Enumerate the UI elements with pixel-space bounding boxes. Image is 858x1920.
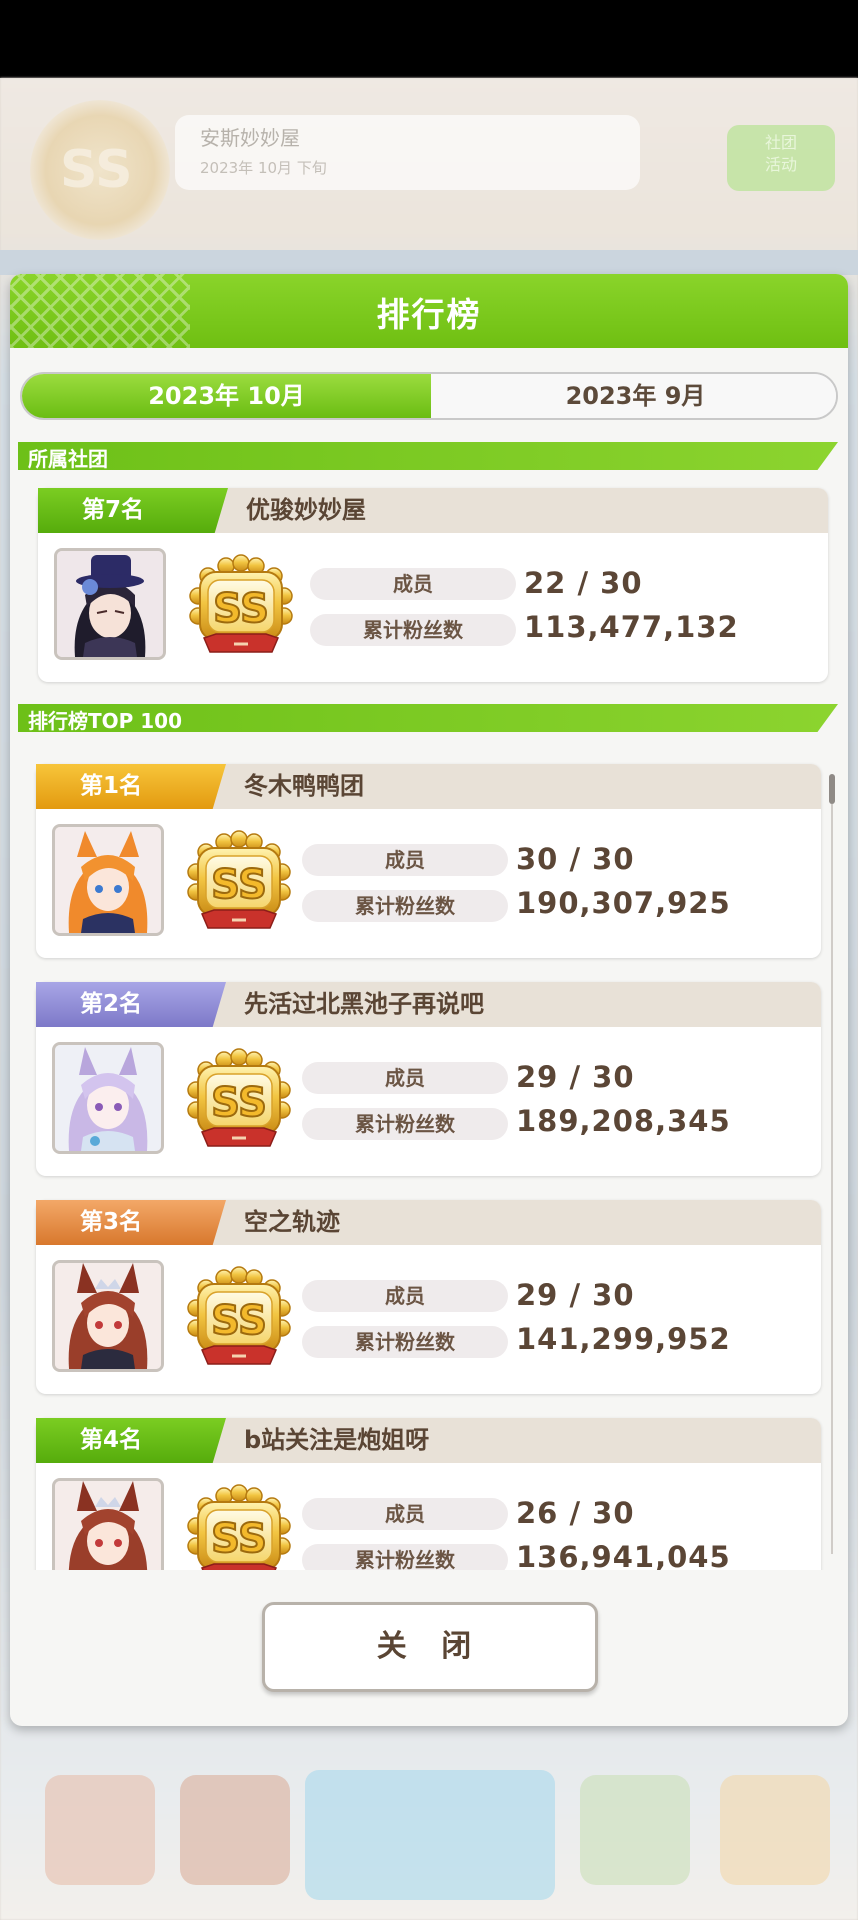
ss-rank-emblem — [184, 1048, 294, 1158]
fans-label: 累计粉丝数 — [310, 614, 516, 646]
ranking-card-4[interactable]: 第4名 b站关注是炮姐呀 成员 26 / 30 累计粉丝数 136,941,04… — [36, 1418, 821, 1570]
bg-menu-icon-3 — [580, 1775, 690, 1885]
club-leader-avatar — [54, 548, 166, 660]
club-name: b站关注是炮姐呀 — [244, 1426, 430, 1454]
bg-club-name: 安斯妙妙屋 — [200, 126, 300, 150]
bg-tab-strip — [0, 250, 858, 275]
fans-label: 累计粉丝数 — [302, 1544, 508, 1570]
rank-badge: 第2名 — [36, 982, 226, 1027]
club-leader-avatar — [52, 1478, 164, 1570]
club-leader-avatar — [52, 1260, 164, 1372]
members-label: 成员 — [302, 1280, 508, 1312]
club-name: 空之轨迹 — [244, 1208, 340, 1236]
bg-menu-icon-4 — [720, 1775, 830, 1885]
rank-badge: 第4名 — [36, 1418, 226, 1463]
bg-menu-icon-1 — [45, 1775, 155, 1885]
scrollbar-thumb[interactable] — [829, 774, 835, 804]
my-club-card[interactable]: 第7名 优骏妙妙屋 成员 22 / 30 累计粉丝数 113,477,132 — [38, 488, 828, 682]
tab-2023-09[interactable]: 2023年 9月 — [431, 374, 836, 418]
rank-badge: 第1名 — [36, 764, 226, 809]
rank-badge: 第3名 — [36, 1200, 226, 1245]
fans-value: 190,307,925 — [516, 886, 731, 920]
ss-rank-emblem — [184, 1484, 294, 1570]
status-bar — [0, 0, 858, 78]
fans-value: 113,477,132 — [524, 610, 739, 644]
ss-rank-emblem — [184, 830, 294, 940]
modal-header: 排行榜 — [10, 274, 848, 348]
fans-value: 189,208,345 — [516, 1104, 731, 1138]
bg-menu-icon-2 — [180, 1775, 290, 1885]
my-club-section-header: 所属社团 — [18, 442, 838, 470]
rank-badge: 第7名 — [38, 488, 228, 533]
top100-section-header: 排行榜TOP 100 — [18, 704, 838, 732]
bg-menu-center-icon — [305, 1770, 555, 1900]
fans-label: 累计粉丝数 — [302, 1326, 508, 1358]
ranking-list[interactable]: 第1名 冬木鸭鸭团 成员 30 / 30 累计粉丝数 190,307,925 第… — [30, 752, 840, 1570]
ranking-modal: 排行榜 2023年 10月 2023年 9月 所属社团 第7名 优骏妙妙屋 成员… — [10, 274, 848, 1726]
club-leader-avatar — [52, 824, 164, 936]
members-label: 成员 — [310, 568, 516, 600]
bg-club-badge-text: SS — [60, 140, 133, 200]
ranking-card-3[interactable]: 第3名 空之轨迹 成员 29 / 30 累计粉丝数 141,299,952 — [36, 1200, 821, 1394]
fans-label: 累计粉丝数 — [302, 1108, 508, 1140]
club-name: 冬木鸭鸭团 — [244, 772, 364, 800]
club-name: 先活过北黑池子再说吧 — [244, 990, 484, 1018]
members-value: 29 / 30 — [516, 1278, 635, 1312]
club-name: 优骏妙妙屋 — [246, 496, 366, 524]
fans-value: 136,941,045 — [516, 1540, 731, 1570]
scrollbar-track — [831, 804, 833, 1554]
ss-rank-emblem — [186, 554, 296, 664]
tab-2023-10[interactable]: 2023年 10月 — [22, 374, 431, 418]
modal-title: 排行榜 — [376, 295, 482, 334]
members-value: 26 / 30 — [516, 1496, 635, 1530]
bg-club-activity-label: 社团 活动 — [764, 133, 797, 174]
fans-value: 141,299,952 — [516, 1322, 731, 1356]
fans-label: 累计粉丝数 — [302, 890, 508, 922]
close-button[interactable]: 关 闭 — [262, 1602, 598, 1692]
club-leader-avatar — [52, 1042, 164, 1154]
members-label: 成员 — [302, 1062, 508, 1094]
ranking-card-1[interactable]: 第1名 冬木鸭鸭团 成员 30 / 30 累计粉丝数 190,307,925 — [36, 764, 821, 958]
month-tabs: 2023年 10月 2023年 9月 — [20, 372, 838, 420]
members-value: 29 / 30 — [516, 1060, 635, 1094]
ss-rank-emblem — [184, 1266, 294, 1376]
ranking-card-2[interactable]: 第2名 先活过北黑池子再说吧 成员 29 / 30 累计粉丝数 189,208,… — [36, 982, 821, 1176]
bg-club-sub: 2023年 10月 下旬 — [200, 159, 327, 177]
my-club-section-label: 所属社团 — [28, 447, 108, 471]
members-label: 成员 — [302, 844, 508, 876]
members-label: 成员 — [302, 1498, 508, 1530]
members-value: 22 / 30 — [524, 566, 643, 600]
members-value: 30 / 30 — [516, 842, 635, 876]
top100-section-label: 排行榜TOP 100 — [28, 709, 183, 733]
